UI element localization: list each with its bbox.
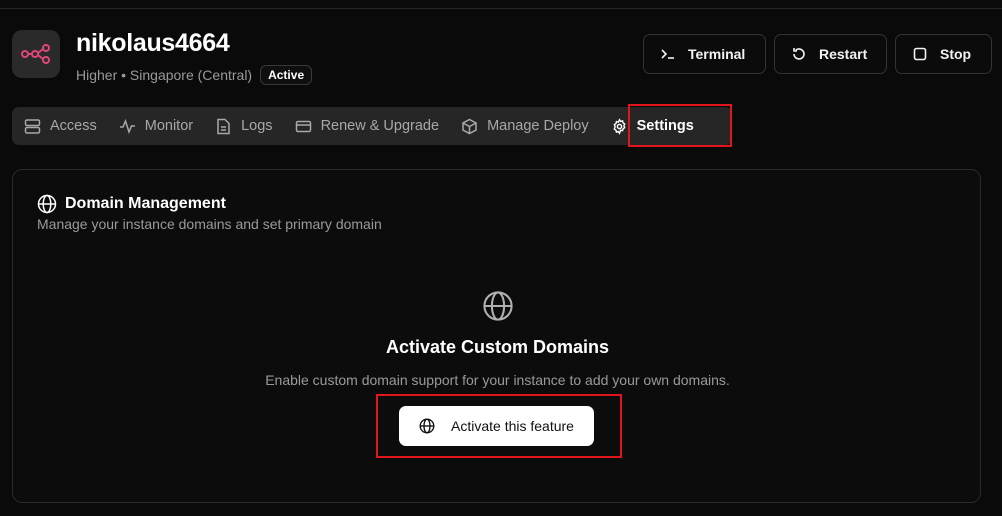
instance-actions: Terminal Restart Stop [643, 34, 992, 74]
tab-monitor[interactable]: Monitor [107, 107, 203, 145]
instance-name: nikolaus4664 [76, 29, 230, 57]
activate-feature-button[interactable]: Activate this feature [399, 406, 594, 446]
globe-icon [37, 194, 57, 214]
tab-label: Monitor [144, 118, 194, 134]
card-description: Manage your instance domains and set pri… [37, 216, 382, 232]
card-header: Domain Management [37, 194, 226, 214]
tab-label: Access [50, 118, 97, 134]
server-icon [24, 118, 41, 135]
tab-logs[interactable]: Logs [203, 107, 282, 145]
activity-icon [119, 118, 136, 135]
restart-label: Restart [819, 46, 868, 62]
tab-access[interactable]: Access [12, 107, 107, 145]
instance-tabs: Access Monitor Logs Renew & Upgrade Mana… [12, 107, 732, 145]
cta-description: Enable custom domain support for your in… [265, 372, 730, 388]
instance-header: nikolaus4664 Higher • Singapore (Central… [12, 29, 992, 90]
terminal-button[interactable]: Terminal [643, 34, 766, 74]
tab-label: Manage Deploy [487, 118, 589, 134]
tab-label: Settings [636, 118, 694, 134]
plan-region: Higher • Singapore (Central) [76, 67, 253, 83]
terminal-label: Terminal [688, 46, 746, 62]
top-divider [0, 8, 1002, 9]
stop-label: Stop [940, 46, 972, 62]
globe-icon [419, 418, 435, 434]
cta-title: Activate Custom Domains [385, 337, 610, 357]
tab-renew-upgrade[interactable]: Renew & Upgrade [283, 107, 450, 145]
domain-management-card: Domain Management Manage your instance d… [12, 169, 981, 503]
status-badge: Active [260, 65, 313, 85]
app-logo [12, 30, 60, 78]
instance-meta: Higher • Singapore (Central) Active [76, 64, 313, 86]
terminal-icon [660, 46, 676, 62]
tab-label: Renew & Upgrade [320, 118, 440, 134]
credit-card-icon [295, 118, 312, 135]
rotate-ccw-icon [791, 46, 807, 62]
tab-label: Logs [241, 118, 273, 134]
file-text-icon [215, 118, 232, 135]
package-icon [461, 118, 478, 135]
empty-state-illustration [13, 290, 982, 322]
tab-settings[interactable]: Settings [599, 107, 704, 145]
nodes-icon [21, 44, 51, 64]
square-icon [912, 46, 928, 62]
gear-icon [611, 117, 628, 135]
restart-button[interactable]: Restart [774, 34, 887, 74]
activate-button-label: Activate this feature [451, 418, 574, 434]
tab-manage-deploy[interactable]: Manage Deploy [449, 107, 599, 145]
stop-button[interactable]: Stop [895, 34, 992, 74]
card-title: Domain Management [65, 195, 226, 212]
globe-icon [482, 290, 514, 322]
